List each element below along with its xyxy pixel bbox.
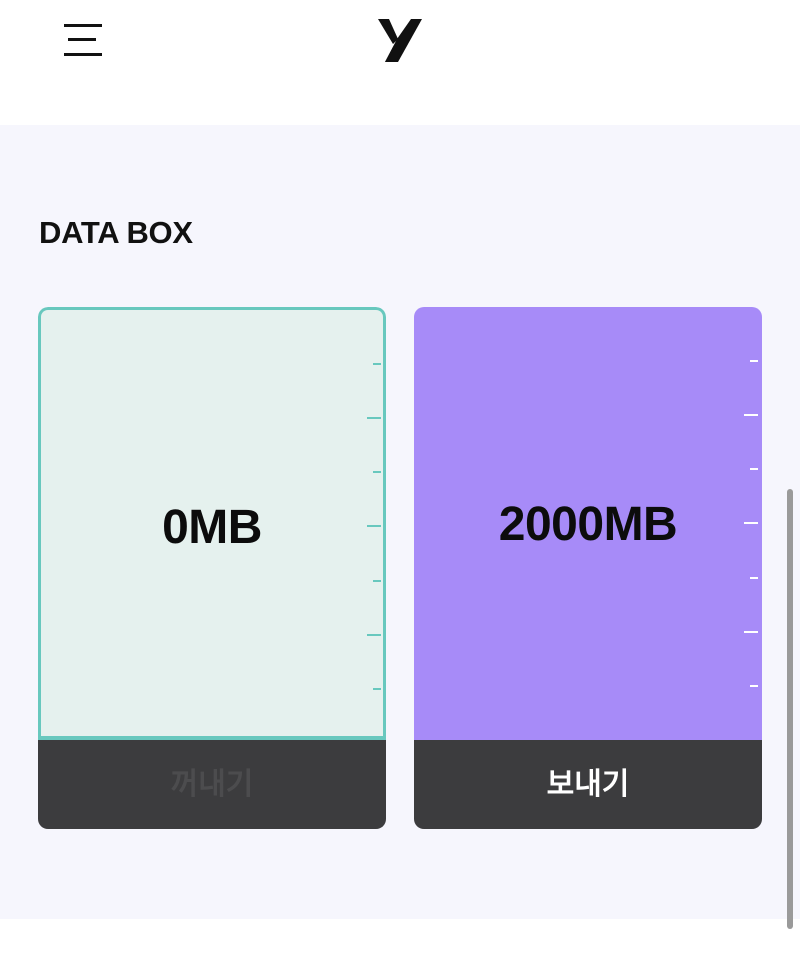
send-card: 2000MB 보내기 (414, 307, 762, 829)
app-header (0, 0, 800, 125)
send-card-value: 2000MB (498, 498, 678, 551)
hamburger-menu-icon[interactable] (62, 22, 104, 58)
withdraw-card-body: 0MB (38, 307, 386, 740)
data-box-section: DATA BOX 0MB 꺼내기 2000MB 보내기 (0, 125, 800, 919)
withdraw-button[interactable]: 꺼내기 (38, 740, 386, 829)
send-button[interactable]: 보내기 (414, 740, 762, 829)
withdraw-card: 0MB 꺼내기 (38, 307, 386, 829)
withdraw-card-value: 0MB (162, 501, 262, 554)
send-card-body: 2000MB (414, 307, 762, 740)
section-title: DATA BOX (39, 215, 193, 250)
vertical-scrollbar[interactable] (787, 489, 793, 929)
brand-logo-icon[interactable] (376, 18, 424, 64)
